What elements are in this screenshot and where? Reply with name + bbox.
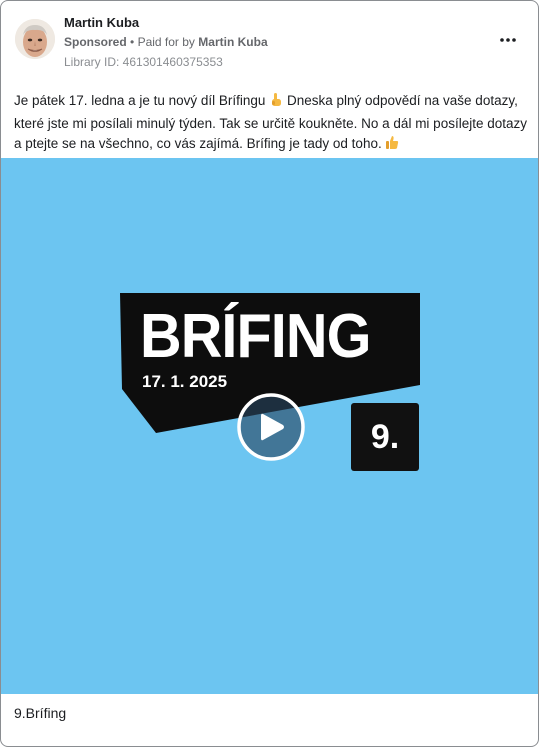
post-text: Je pátek 17. ledna a je tu nový díl Bríf…: [14, 91, 529, 157]
logo-date: 17. 1. 2025: [142, 372, 228, 391]
author-name[interactable]: Martin Kuba: [64, 15, 139, 30]
sponsored-label: Sponsored: [64, 35, 127, 49]
separator-dot: •: [130, 35, 138, 49]
video-thumbnail[interactable]: BRÍFING 17. 1. 2025 9.: [1, 158, 538, 694]
profile-photo: [15, 19, 55, 59]
sponsored-line: Sponsored • Paid for by Martin Kuba: [64, 35, 268, 49]
three-dots-icon: [500, 38, 516, 42]
more-options-button[interactable]: [497, 29, 519, 51]
paid-for-name[interactable]: Martin Kuba: [198, 35, 267, 49]
play-button[interactable]: [236, 392, 306, 462]
post-text-part1: Je pátek 17. ledna a je tu nový díl Bríf…: [14, 93, 266, 108]
thumbs-up-emoji: [385, 135, 399, 157]
episode-badge: 9.: [351, 403, 419, 471]
avatar[interactable]: [15, 19, 55, 59]
paid-for-prefix: Paid for by: [137, 35, 195, 49]
ad-card: Martin Kuba Sponsored • Paid for by Mart…: [0, 0, 539, 747]
media-caption: 9.Brífing: [14, 705, 67, 721]
play-icon: [237, 393, 305, 461]
episode-number: 9.: [370, 417, 400, 456]
pointing-up-hand-emoji: [269, 92, 283, 114]
logo-title: BRÍFING: [140, 302, 371, 371]
library-id: Library ID: 461301460375353: [64, 55, 223, 69]
